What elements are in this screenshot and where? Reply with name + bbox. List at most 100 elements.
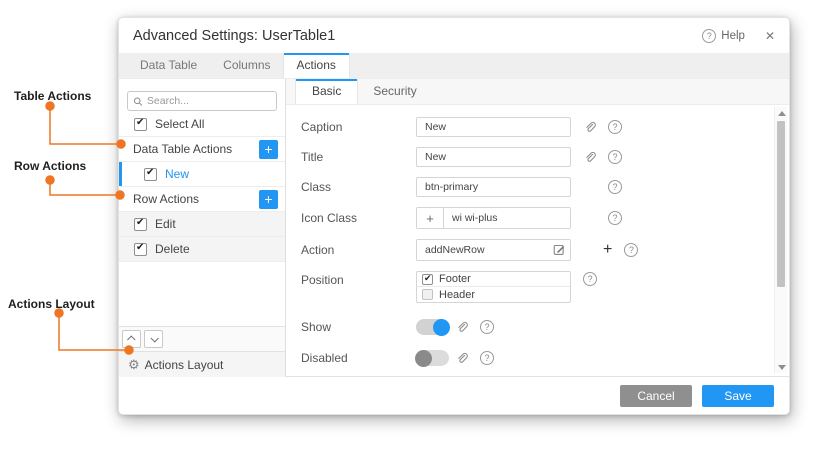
field-position: Position Footer Header ?: [301, 271, 789, 303]
list-item-label: Delete: [155, 242, 190, 256]
caption-input[interactable]: [416, 117, 571, 137]
link-icon[interactable]: [455, 321, 468, 334]
help-icon[interactable]: ?: [480, 351, 494, 365]
basic-form: Caption ? Title ? Class: [286, 105, 789, 377]
link-icon[interactable]: [583, 121, 596, 134]
checkbox-new[interactable]: [144, 168, 157, 181]
option-label: Header: [439, 289, 475, 301]
help-button[interactable]: ? Help: [702, 29, 745, 43]
actions-sidebar: Select All Data Table Actions + New Row …: [119, 79, 286, 377]
position-option-footer[interactable]: Footer: [417, 272, 570, 287]
checkbox-edit[interactable]: [134, 218, 147, 231]
annotation-actions-layout: Actions Layout: [8, 297, 95, 311]
checkbox-select-all[interactable]: [134, 118, 147, 131]
scrollbar[interactable]: [774, 107, 787, 373]
page: Table Actions Row Actions Actions Layout…: [0, 0, 820, 449]
add-table-action-button[interactable]: +: [259, 140, 278, 159]
dialog-header: Advanced Settings: UserTable1 ? Help ✕: [119, 18, 789, 53]
annotation-row-actions: Row Actions: [14, 159, 86, 173]
toggle-knob: [433, 319, 450, 336]
annotation-table-actions: Table Actions: [14, 89, 91, 103]
action-input[interactable]: [416, 239, 571, 261]
dialog-title: Advanced Settings: UserTable1: [133, 28, 702, 44]
cancel-button[interactable]: Cancel: [620, 385, 692, 407]
main-tab-bar: Data Table Columns Actions: [119, 53, 789, 79]
tab-columns[interactable]: Columns: [210, 53, 283, 78]
show-toggle[interactable]: [416, 319, 449, 335]
search-box[interactable]: [127, 91, 277, 111]
list-item-new[interactable]: New: [119, 162, 285, 187]
list-item-label: Edit: [155, 217, 176, 231]
link-icon[interactable]: [455, 352, 468, 365]
position-option-header[interactable]: Header: [417, 287, 570, 302]
add-action-button[interactable]: +: [603, 243, 612, 257]
field-label: Class: [301, 180, 416, 194]
group-label: Row Actions: [133, 192, 199, 206]
triangle-down-icon: [778, 365, 786, 370]
icon-picker-button[interactable]: +: [417, 208, 444, 228]
sidebar-spacer: [119, 262, 285, 326]
advanced-settings-dialog: Advanced Settings: UserTable1 ? Help ✕ D…: [118, 17, 790, 415]
field-title: Title ?: [301, 147, 789, 167]
chevron-up-icon: [127, 335, 135, 343]
dialog-body: Select All Data Table Actions + New Row …: [119, 79, 789, 377]
help-icon[interactable]: ?: [608, 180, 622, 194]
help-label: Help: [721, 30, 745, 42]
field-label: Action: [301, 243, 416, 257]
triangle-up-icon: [778, 111, 786, 116]
move-down-button[interactable]: [144, 330, 163, 348]
tab-security[interactable]: Security: [357, 79, 432, 104]
field-class: Class ?: [301, 177, 789, 197]
class-input[interactable]: [416, 177, 571, 197]
help-icon[interactable]: ?: [608, 211, 622, 225]
help-icon[interactable]: ?: [624, 243, 638, 257]
tab-actions[interactable]: Actions: [284, 53, 349, 78]
field-disabled: Disabled ?: [301, 350, 789, 366]
actions-layout-button[interactable]: ⚙ Actions Layout: [119, 351, 285, 377]
checkbox-delete[interactable]: [134, 243, 147, 256]
help-icon[interactable]: ?: [608, 120, 622, 134]
checkbox-header[interactable]: [422, 289, 433, 300]
field-action: Action + ?: [301, 239, 789, 261]
move-up-button[interactable]: [122, 330, 141, 348]
scroll-up-button[interactable]: [775, 107, 788, 119]
icon-class-group: +: [416, 207, 571, 229]
tab-data-table[interactable]: Data Table: [127, 53, 210, 78]
help-icon[interactable]: ?: [608, 150, 622, 164]
tab-basic[interactable]: Basic: [296, 79, 357, 104]
disabled-toggle[interactable]: [416, 350, 449, 366]
scrollbar-thumb[interactable]: [777, 121, 785, 287]
field-label: Show: [301, 320, 416, 334]
edit-icon[interactable]: [553, 243, 566, 256]
detail-panel: Basic Security Caption ? Title ?: [286, 79, 789, 377]
help-icon[interactable]: ?: [480, 320, 494, 334]
search-icon: [133, 96, 143, 107]
add-row-action-button[interactable]: +: [259, 190, 278, 209]
save-button[interactable]: Save: [702, 385, 774, 407]
close-icon[interactable]: ✕: [765, 29, 775, 43]
group-data-table-actions[interactable]: Data Table Actions +: [119, 137, 285, 162]
list-item-label: Select All: [155, 117, 204, 131]
icon-class-input[interactable]: [444, 208, 570, 228]
field-label: Disabled: [301, 351, 416, 365]
title-input[interactable]: [416, 147, 571, 167]
group-row-actions[interactable]: Row Actions +: [119, 187, 285, 212]
help-icon[interactable]: ?: [583, 272, 597, 286]
gear-icon: ⚙: [128, 358, 140, 371]
position-options: Footer Header: [416, 271, 571, 303]
list-item-delete[interactable]: Delete: [119, 237, 285, 262]
toggle-knob: [415, 350, 432, 367]
search-input[interactable]: [147, 95, 271, 107]
link-icon[interactable]: [583, 151, 596, 164]
actions-layout-label: Actions Layout: [145, 358, 224, 372]
list-item-label: New: [165, 167, 189, 181]
list-item-edit[interactable]: Edit: [119, 212, 285, 237]
reorder-toolbar: [119, 326, 285, 351]
action-input-wrap: [416, 239, 571, 261]
field-label: Position: [301, 271, 416, 287]
chevron-down-icon: [150, 334, 158, 342]
detail-tab-bar: Basic Security: [286, 79, 789, 105]
list-item-select-all[interactable]: Select All: [119, 112, 285, 137]
scroll-down-button[interactable]: [775, 361, 788, 373]
checkbox-footer[interactable]: [422, 274, 433, 285]
